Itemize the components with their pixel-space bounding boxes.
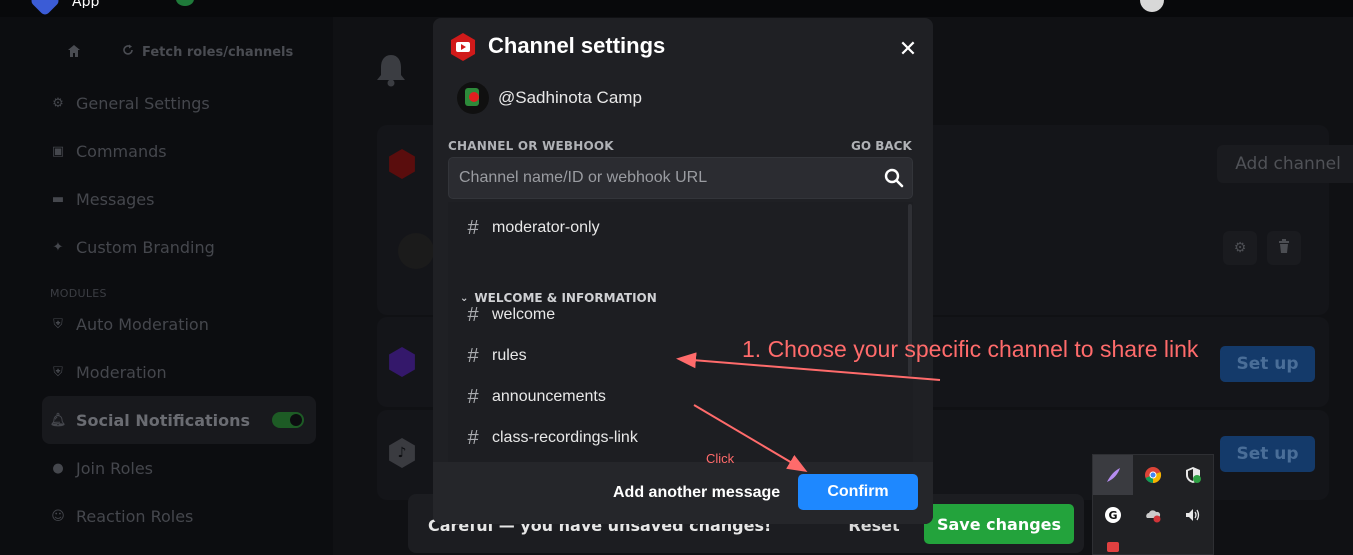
branding-icon: ✦ [52,239,64,255]
tiktok-icon: ♪ [389,438,415,468]
account-name: @Sadhinota Camp [498,88,642,107]
home-icon [67,43,81,62]
hash-icon: # [467,303,479,326]
channel-section-label: CHANNEL OR WEBHOOK [448,139,614,153]
twitch-setup-button[interactable]: Set up [1220,346,1315,382]
add-another-message-button[interactable]: Add another message [613,484,780,502]
sidebar-item-label: Commands [76,141,167,161]
shield-icon: ⛨ [53,316,63,332]
annotation-click-hint: Click [706,451,735,466]
sidebar-item-label: Messages [76,189,155,209]
red-app-icon[interactable] [1093,535,1133,555]
add-channel-button[interactable]: Add channel [1217,145,1353,183]
channel-settings-modal: Channel settings ✕ @Sadhinota Camp CHANN… [433,18,933,524]
sidebar-item-label: Auto Moderation [76,314,209,334]
channel-label: announcements [492,388,606,405]
search-icon[interactable] [883,167,905,189]
smile-icon: ☺ [51,508,65,524]
gear-icon: ⚙ [52,95,64,111]
sidebar-item-label: General Settings [76,93,210,113]
annotation-instruction: 1. Choose your specific channel to share… [742,336,1199,362]
sidebar-item-join-roles[interactable]: ● Join Roles [42,444,316,492]
feather-app-icon[interactable] [1093,455,1133,495]
sidebar-item-custom-branding[interactable]: ✦ Custom Branding [42,223,316,271]
sidebar-item-auto-moderation[interactable]: ⛨ Auto Moderation [42,300,316,348]
sidebar-item-label: Custom Branding [76,237,215,257]
go-back-link[interactable]: GO BACK [851,139,912,153]
modal-footer: Add another message Confirm [433,462,933,524]
hash-icon: # [467,385,479,408]
sidebar-item-label: Join Roles [76,458,153,478]
account-avatar [457,82,489,114]
channel-search-input[interactable] [459,158,869,198]
system-tray-popup: G [1092,454,1214,555]
modal-title: Channel settings [488,33,666,58]
sidebar-top-actions: Fetch roles/channels [42,39,303,65]
chat-icon: ▬ [51,191,65,207]
twitch-icon [389,347,415,377]
home-button[interactable] [42,39,106,65]
sidebar-item-commands[interactable]: ▣ Commands [42,127,316,175]
sidebar: Fetch roles/channels ⚙ General Settings … [0,17,333,555]
user-icon: ● [52,460,64,476]
commands-icon: ▣ [51,143,65,159]
svg-text:G: G [1108,509,1117,522]
channel-label: moderator-only [492,219,600,236]
sidebar-item-reaction-roles[interactable]: ☺ Reaction Roles [42,492,316,540]
bell-icon: 🔔︎ [49,412,67,428]
volume-icon[interactable] [1173,495,1213,535]
channel-dropdown: # moderator-only ⌄ WELCOME & INFORMATION… [448,202,913,462]
modules-section-label: MODULES [50,287,107,300]
youtube-icon [450,33,476,61]
sidebar-item-social-notifications[interactable]: 🔔︎ Social Notifications [42,396,316,444]
tiktok-setup-button[interactable]: Set up [1220,436,1315,472]
entry-settings-button[interactable]: ⚙ [1223,231,1257,265]
app-logo-icon[interactable] [29,0,61,17]
entry-avatar [398,233,434,269]
trash-icon [1278,239,1290,257]
channel-option-class-recordings-link[interactable]: # class-recordings-link [448,421,898,455]
sidebar-item-messages[interactable]: ▬ Messages [42,175,316,223]
channel-label: class-recordings-link [492,429,638,446]
hash-icon: # [467,426,479,449]
bell-icon [375,53,407,95]
grammarly-icon[interactable]: G [1093,495,1133,535]
module-toggle[interactable] [272,412,304,428]
close-button[interactable]: ✕ [895,36,921,62]
status-dot-icon [176,0,194,6]
sidebar-nav: ⚙ General Settings ▣ Commands ▬ Messages… [42,79,316,540]
save-changes-button[interactable]: Save changes [924,504,1074,544]
channel-label: rules [492,347,527,364]
sidebar-item-label: Reaction Roles [76,506,194,526]
gear-icon: ⚙ [1233,240,1247,256]
app-name: App [72,0,100,8]
confirm-button[interactable]: Confirm [798,474,918,510]
sidebar-item-label: Moderation [76,362,167,382]
channel-option-announcements[interactable]: # announcements [448,380,898,414]
shield-icon: ⛨ [53,364,63,380]
sidebar-item-moderation[interactable]: ⛨ Moderation [42,348,316,396]
user-avatar[interactable] [1140,0,1164,12]
fetch-roles-button[interactable]: Fetch roles/channels [112,39,303,65]
fetch-roles-label: Fetch roles/channels [142,44,294,60]
chrome-icon[interactable] [1133,455,1173,495]
youtube-icon [389,149,415,179]
hash-icon: # [467,344,479,367]
entry-delete-button[interactable] [1267,231,1301,265]
sidebar-item-label: Social Notifications [76,410,251,430]
channel-option-welcome[interactable]: # welcome [448,298,898,332]
hash-icon: # [467,216,479,239]
security-shield-icon[interactable] [1173,455,1213,495]
sidebar-item-general-settings[interactable]: ⚙ General Settings [42,79,316,127]
top-bar: App [0,0,1353,17]
channel-search-box [448,157,913,199]
channel-option-moderator-only[interactable]: # moderator-only [448,211,898,245]
close-icon: ✕ [898,36,918,62]
refresh-icon [122,44,134,60]
onedrive-error-icon[interactable] [1133,495,1173,535]
channel-label: welcome [492,306,556,323]
